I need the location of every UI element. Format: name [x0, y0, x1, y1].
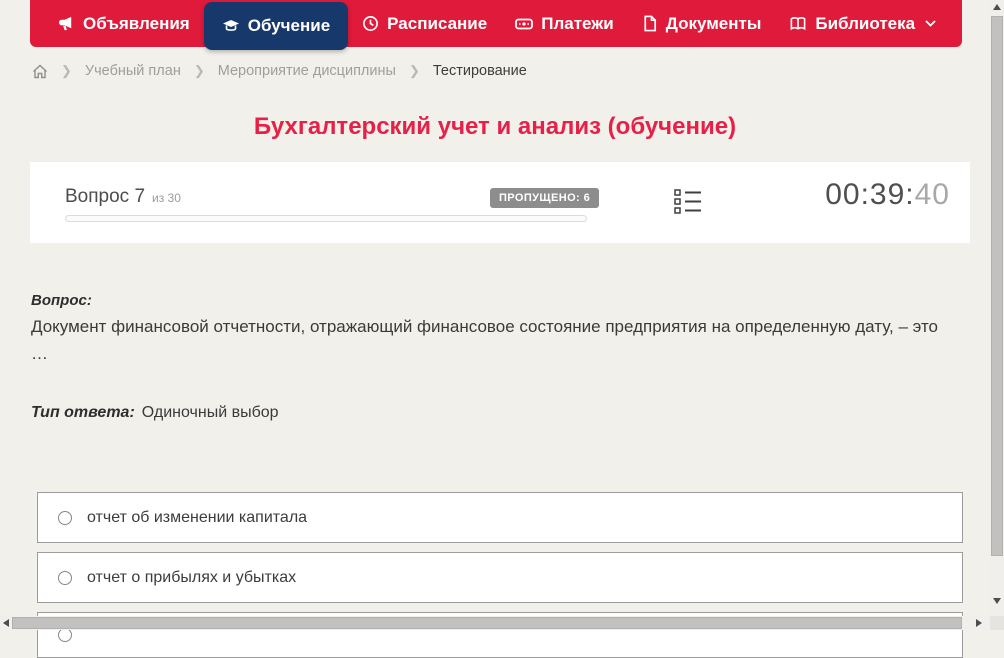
question-heading: Вопрос: [31, 292, 92, 309]
graduation-cap-icon [222, 20, 239, 31]
clock-icon [363, 16, 379, 31]
timer-main: 00:39: [825, 178, 915, 211]
radio-button[interactable] [58, 510, 72, 525]
scroll-up-button[interactable] [990, 0, 1004, 14]
vertical-scrollbar-thumb[interactable] [991, 16, 1003, 556]
arrow-up-icon [993, 4, 1001, 10]
question-text: Документ финансовой отчетности, отражающ… [31, 317, 939, 336]
answer-option-label: отчет о прибылях и убытках [87, 568, 297, 586]
top-navbar: Объявления Обучение Расписание Платежи Д… [30, 0, 962, 50]
nav-item-label: Обучение [247, 16, 331, 35]
nav-item-label: Платежи [541, 13, 614, 33]
nav-item-schedule[interactable]: Расписание [348, 0, 501, 47]
nav-item-payments[interactable]: Платежи [501, 0, 628, 47]
nav-item-label: Документы [665, 13, 762, 33]
question-header-panel: Вопрос 7 из 30 ПРОПУЩЕНО: 6 00:39:40 [30, 162, 970, 243]
nav-item-label: Объявления [83, 13, 190, 33]
scrollbar-corner [990, 616, 1004, 630]
payments-icon [515, 18, 534, 29]
scroll-left-button[interactable] [0, 616, 12, 630]
checklist-icon [674, 189, 701, 214]
answer-option-2[interactable]: отчет о прибылях и убытках [37, 552, 963, 603]
chevron-down-icon [925, 20, 936, 27]
nav-item-library[interactable]: Библиотека [775, 0, 950, 47]
question-total-label: из 30 [152, 191, 181, 205]
question-list-button[interactable] [674, 188, 702, 216]
horizontal-scrollbar[interactable] [0, 616, 990, 630]
scroll-right-button[interactable] [972, 616, 986, 630]
answer-option-1[interactable]: отчет об изменении капитала [37, 492, 963, 543]
arrow-down-icon [993, 598, 1001, 604]
timer-seconds: 40 [914, 178, 950, 211]
breadcrumb-separator: ❯ [193, 63, 205, 78]
breadcrumb-separator: ❯ [408, 63, 420, 78]
question-progress-bar [65, 215, 587, 222]
vertical-scrollbar[interactable] [990, 0, 1004, 616]
answer-type-row: Тип ответа: Одиночный выбор [31, 404, 279, 422]
home-icon[interactable] [32, 64, 48, 79]
question-number-label: Вопрос 7 [65, 186, 146, 207]
document-icon [644, 15, 656, 32]
radio-button[interactable] [58, 570, 72, 585]
timer: 00:39:40 [825, 178, 950, 212]
nav-item-announcements[interactable]: Объявления [44, 0, 204, 47]
horizontal-scrollbar-thumb[interactable] [12, 617, 962, 629]
question-number: Вопрос 7 из 30 [65, 186, 181, 208]
answer-type-value: Одиночный выбор [141, 404, 279, 421]
breadcrumb-separator: ❯ [61, 63, 72, 78]
answer-option-label: отчет об изменении капитала [87, 508, 308, 526]
skipped-badge: ПРОПУЩЕНО: 6 [490, 188, 600, 208]
nav-item-label: Расписание [387, 13, 488, 33]
breadcrumb-discipline-event[interactable]: Мероприятие дисциплины [218, 63, 396, 79]
radio-button[interactable] [58, 628, 72, 642]
scroll-down-button[interactable] [990, 594, 1004, 608]
answer-type-label: Тип ответа: [31, 404, 135, 421]
megaphone-icon [58, 16, 72, 31]
breadcrumb: ❯ Учебный план ❯ Мероприятие дисциплины … [32, 63, 527, 79]
nav-item-label: Библиотека [815, 13, 916, 33]
page-title: Бухгалтерский учет и анализ (обучение) [253, 113, 737, 140]
arrow-right-icon [976, 619, 982, 627]
library-icon [790, 16, 806, 31]
nav-item-documents[interactable]: Документы [628, 0, 776, 47]
breadcrumb-study-plan[interactable]: Учебный план [85, 63, 181, 79]
question-text-ellipsis: … [31, 344, 48, 363]
breadcrumb-testing: Тестирование [432, 63, 527, 79]
arrow-left-icon [3, 619, 9, 627]
nav-item-learning[interactable]: Обучение [203, 2, 349, 50]
